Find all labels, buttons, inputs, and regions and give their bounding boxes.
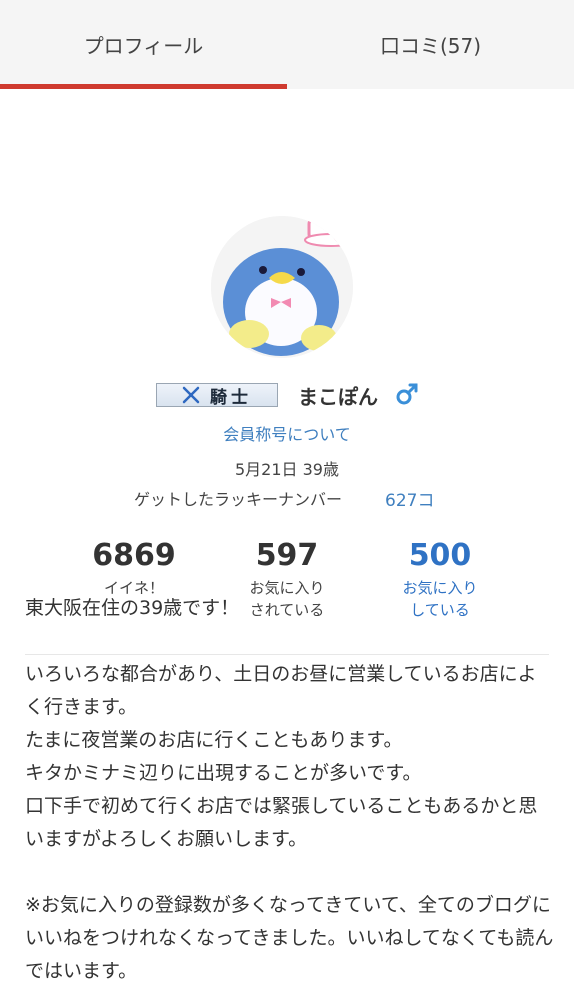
tab-bar: プロフィール 口コミ(57) bbox=[0, 0, 574, 89]
tab-reviews[interactable]: 口コミ(57) bbox=[287, 0, 574, 89]
lucky-number-value[interactable]: 627コ bbox=[385, 486, 434, 511]
crossed-swords-icon bbox=[182, 386, 200, 404]
stat-likes: 6869 イイネ！ bbox=[64, 541, 204, 599]
male-icon bbox=[396, 383, 418, 405]
username: まこぽん bbox=[298, 385, 378, 409]
profile-bio: 東大阪在住の39歳です！ いろいろな都合があり、土日のお昼に営業しているお店によ… bbox=[25, 597, 554, 982]
birthday-age: 5月21日 39歳 bbox=[235, 460, 339, 479]
rank-badge-label: 騎士 bbox=[210, 387, 252, 408]
profile-section: 騎士 まこぽん 会員称号について 5月21日 39歳 ゲットしたラッキーナンバー… bbox=[0, 89, 574, 655]
lucky-number-label: ゲットしたラッキーナンバー bbox=[134, 490, 343, 509]
rank-badge: 騎士 bbox=[156, 383, 278, 408]
tab-profile[interactable]: プロフィール bbox=[0, 0, 287, 89]
avatar[interactable] bbox=[211, 216, 353, 358]
stat-favoriting-value[interactable]: 500 bbox=[370, 541, 510, 571]
member-title-link[interactable]: 会員称号について bbox=[0, 421, 574, 445]
stat-likes-value: 6869 bbox=[92, 538, 176, 573]
stat-favorited-value: 597 bbox=[255, 538, 319, 573]
